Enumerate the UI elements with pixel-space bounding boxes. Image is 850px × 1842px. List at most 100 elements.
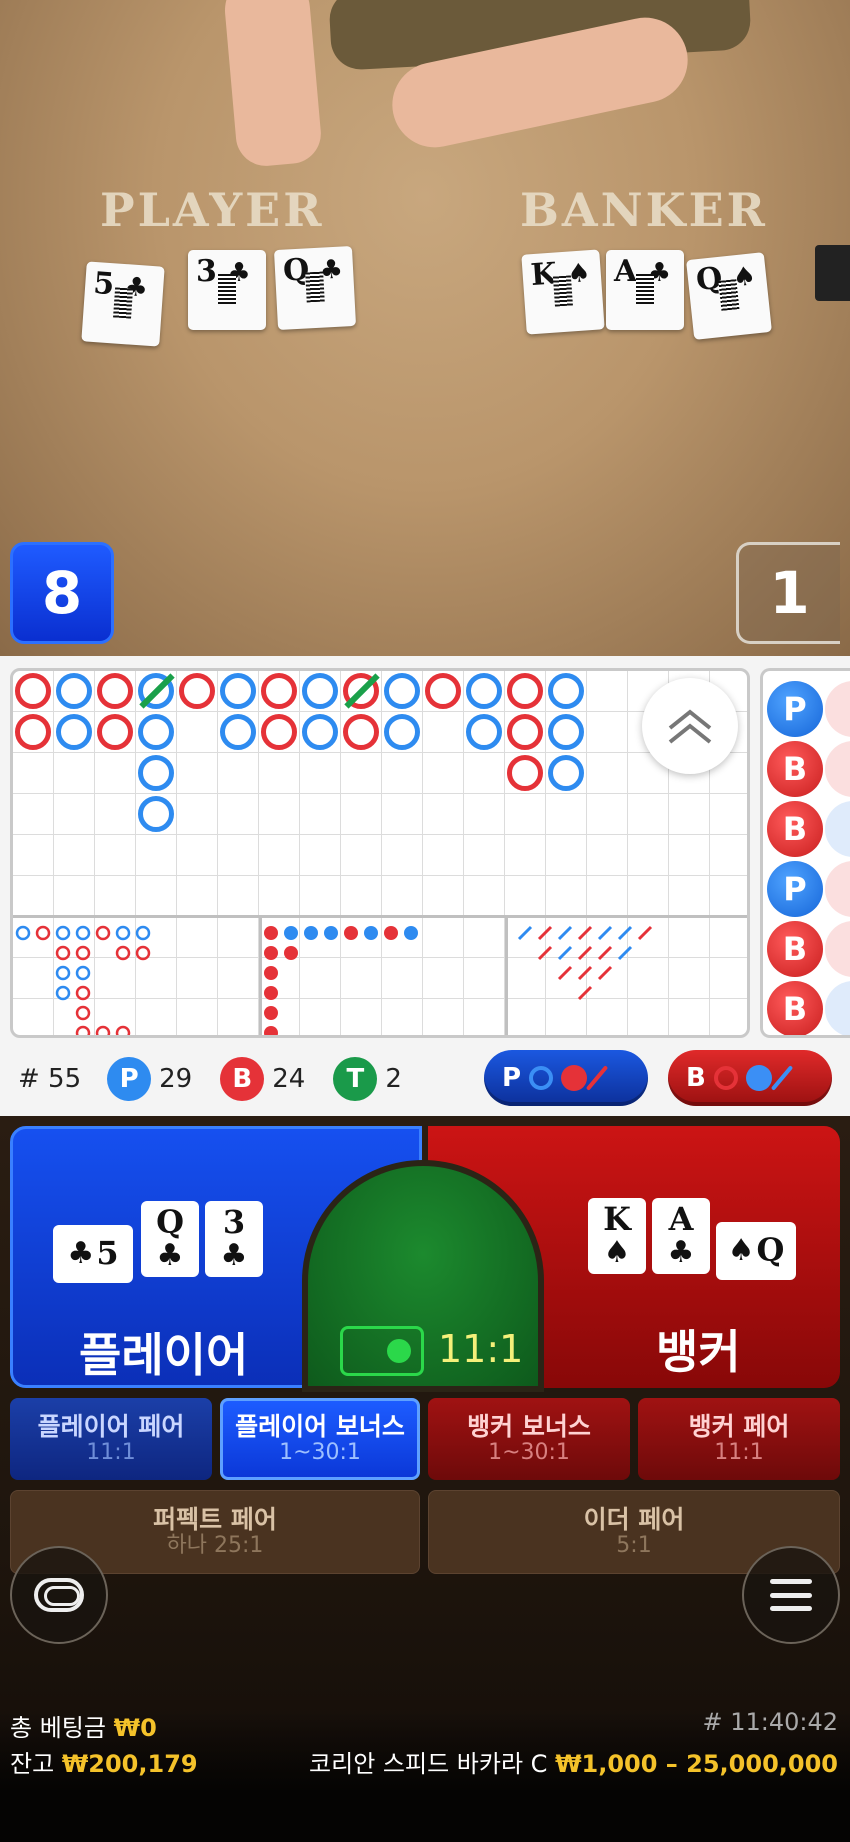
small-road-mark <box>264 1006 278 1020</box>
banker-hand-card-1: K ♠ <box>588 1198 646 1274</box>
big-eye-mark <box>115 1025 131 1035</box>
small-road-mark <box>264 1026 278 1035</box>
bead-banker: B <box>767 741 823 797</box>
player-predict-button[interactable]: P <box>484 1050 648 1106</box>
club-icon: ♣ <box>220 1238 248 1274</box>
chevron-up-icon <box>668 709 712 744</box>
big-eye-mark <box>75 925 91 941</box>
big-eye-mark <box>75 945 91 961</box>
side-bet-title: 이더 페어 <box>583 1505 685 1535</box>
big-eye-mark <box>95 925 111 941</box>
bead-next <box>825 861 850 917</box>
slash-icon <box>585 1065 609 1091</box>
total-bet: 총 베팅금 ₩0 <box>10 1708 157 1743</box>
banker-pair-bet[interactable]: 뱅커 페어 11:1 <box>638 1398 840 1480</box>
player-count: 29 <box>159 1064 193 1094</box>
menu-button[interactable] <box>742 1546 840 1644</box>
player-hand-card-3: 3 ♣ <box>205 1201 263 1277</box>
chips-button[interactable] <box>10 1546 108 1644</box>
cockroach-mark <box>557 925 573 941</box>
tie-count: 2 <box>385 1064 402 1094</box>
big-eye-mark <box>75 985 91 1001</box>
player-chip: P <box>107 1057 152 1101</box>
dot-icon <box>745 1065 772 1091</box>
banker-hand-card-2: A ♣ <box>652 1198 710 1274</box>
big-eye-mark <box>115 945 131 961</box>
card-value: 5 <box>92 265 116 303</box>
cockroach-mark <box>537 945 553 961</box>
table-name: 코리안 스피드 바카라 C <box>309 1750 548 1778</box>
big-eye-mark <box>75 1005 91 1021</box>
cockroach-mark <box>597 925 613 941</box>
side-bet-odds: 5:1 <box>616 1532 652 1558</box>
bead-player: P <box>767 861 823 917</box>
bead-next <box>825 921 850 977</box>
tie-chip: T <box>333 1057 378 1101</box>
banker-card-2: A ♣ <box>606 250 684 330</box>
club-icon: ♣ <box>667 1235 695 1271</box>
big-eye-mark <box>95 1025 111 1035</box>
cockroach-mark <box>577 925 593 941</box>
banker-score: 1 <box>736 542 840 644</box>
side-bet-odds: 1~30:1 <box>279 1439 361 1465</box>
bead-banker: B <box>767 981 823 1035</box>
big-road[interactable] <box>10 668 750 1038</box>
cockroach-mark <box>577 945 593 961</box>
chip-stack-icon <box>34 1578 84 1612</box>
collapse-roads-button[interactable] <box>642 678 738 774</box>
hamburger-icon <box>770 1579 812 1611</box>
table-info: 코리안 스피드 바카라 C ₩1,000 – 25,000,000 <box>309 1744 838 1779</box>
cockroach-mark <box>637 925 653 941</box>
cockroach-mark <box>557 965 573 981</box>
player-card-1: 5 ♣ <box>81 261 165 347</box>
small-road-mark <box>344 926 358 940</box>
side-bet-odds: 하나 25:1 <box>166 1532 264 1558</box>
banker-predict-button[interactable]: B <box>668 1050 832 1106</box>
card-shoe <box>815 245 850 301</box>
big-eye-mark <box>55 945 71 961</box>
bead-next <box>825 741 850 797</box>
table-limits: ₩1,000 – 25,000,000 <box>555 1750 838 1778</box>
table-banker-label: BANKER <box>520 183 768 237</box>
tie-odds: 11:1 <box>438 1327 524 1371</box>
bead-plate[interactable]: P B B P B B <box>760 668 850 1038</box>
tie-wins: T 2 <box>333 1057 402 1101</box>
side-bet-odds: 11:1 <box>86 1439 136 1465</box>
banker-bet-label: 뱅커 <box>656 1325 741 1379</box>
derived-roads <box>15 925 653 1035</box>
small-road-mark <box>264 986 278 1000</box>
card-value: 3 <box>196 254 217 289</box>
big-eye-mark <box>135 945 151 961</box>
cockroach-mark <box>617 945 633 961</box>
bead-player: P <box>767 681 823 737</box>
small-road-mark <box>264 966 278 980</box>
balance-value: ₩200,179 <box>61 1750 198 1778</box>
small-road-mark <box>284 926 298 940</box>
player-pair-bet[interactable]: 플레이어 페어 11:1 <box>10 1398 212 1480</box>
banker-card-3: Q ♠ <box>686 252 772 340</box>
side-bet-odds: 1~30:1 <box>488 1439 570 1465</box>
ring-icon <box>713 1066 738 1090</box>
banker-bonus-bet[interactable]: 뱅커 보너스 1~30:1 <box>428 1398 630 1480</box>
card-value: A <box>668 1200 694 1239</box>
small-road-mark <box>304 926 318 940</box>
cockroach-mark <box>537 925 553 941</box>
big-eye-mark <box>75 965 91 981</box>
small-road-mark <box>384 926 398 940</box>
dealer-hand-left <box>221 0 324 169</box>
baccarat-app: PLAYER BANKER 5 ♣ 3 ♣ Q ♣ K ♠ A ♣ Q ♠ 8 <box>0 0 850 1842</box>
club-icon: ♣ <box>67 1236 95 1272</box>
player-bonus-bet[interactable]: 플레이어 보너스 1~30:1 <box>220 1398 420 1480</box>
spade-icon: ♠ <box>603 1235 631 1271</box>
club-icon: ♣ <box>156 1238 184 1274</box>
tie-icon <box>340 1326 424 1376</box>
small-road-mark <box>324 926 338 940</box>
spade-icon: ♠ <box>727 1233 755 1269</box>
bead-next <box>825 981 850 1035</box>
card-value: Q <box>156 1203 184 1242</box>
small-road-mark <box>364 926 378 940</box>
bead-banker: B <box>767 921 823 977</box>
banker-wins: B 24 <box>220 1057 305 1101</box>
player-hand-card-2: Q ♣ <box>141 1201 199 1277</box>
cockroach-mark <box>597 945 613 961</box>
